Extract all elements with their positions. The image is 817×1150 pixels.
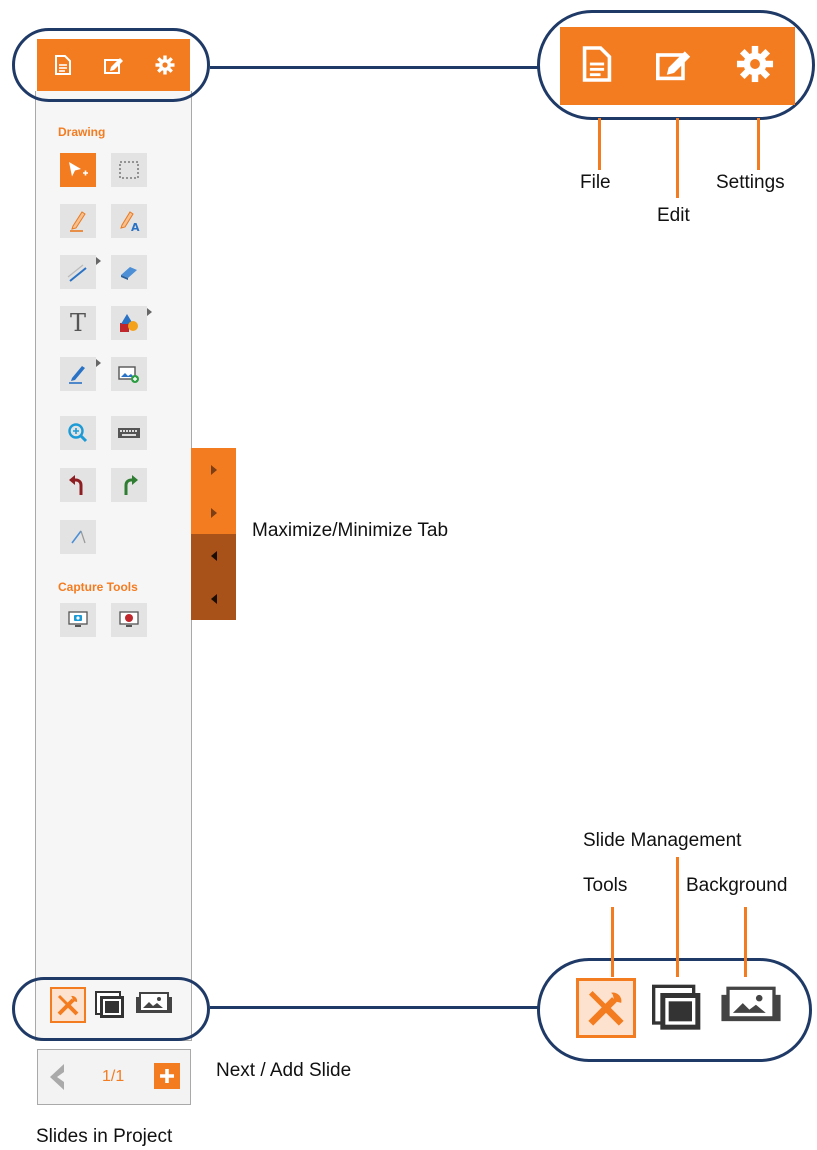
bottom-callout-ellipse (12, 977, 210, 1041)
dashed-rect-icon (119, 161, 139, 179)
settings-icon-large (736, 45, 774, 88)
file-pointer-line (598, 118, 601, 170)
minimize-tab-2[interactable] (191, 577, 236, 620)
tools-pointer-line (611, 907, 614, 977)
text-tool[interactable]: T (60, 306, 96, 340)
background-tab-large (718, 979, 784, 1037)
settings-pointer-line (757, 118, 760, 170)
plus-icon (160, 1069, 174, 1083)
background-callout-label: Background (686, 875, 788, 896)
submenu-caret (147, 308, 152, 316)
pencil-text-icon: A (120, 211, 140, 233)
capture-section-label: Capture Tools (58, 580, 138, 594)
slide-navigation: 1/1 (37, 1049, 191, 1105)
tool-panel: Drawing A T Capture Tools (35, 91, 192, 1041)
header-callout-ellipse (12, 28, 210, 102)
max-min-tab-callout-label: Maximize/Minimize Tab (252, 520, 449, 541)
keyboard-icon (118, 428, 140, 438)
bottom-callout-connector (210, 1006, 538, 1009)
previous-slide-button[interactable] (46, 1062, 68, 1097)
eraser-tool[interactable] (111, 255, 147, 289)
tools-callout-label: Tools (583, 875, 628, 896)
slide-management-tab-large (648, 979, 706, 1037)
arrow-cursor-icon (69, 162, 88, 177)
maximize-tab-2[interactable] (191, 491, 236, 534)
pointer-stick-icon (71, 530, 86, 544)
highlighter-tool[interactable] (60, 357, 101, 391)
minimize-tab-1[interactable] (191, 534, 236, 577)
text-icon: T (69, 309, 86, 337)
edit-icon-large (654, 46, 694, 87)
undo-tool[interactable] (60, 468, 96, 502)
submenu-caret (96, 257, 101, 265)
eraser-icon (121, 267, 137, 280)
header-callout-connector (210, 66, 538, 69)
shapes-tool[interactable] (111, 306, 152, 340)
zoom-icon (68, 423, 88, 443)
redo-tool[interactable] (111, 468, 147, 502)
redo-icon (124, 475, 138, 495)
slide-counter: 1/1 (102, 1068, 125, 1085)
maximize-tab-1[interactable] (191, 448, 236, 491)
image-add-icon (118, 366, 139, 383)
header-zoom (560, 27, 795, 105)
laser-tool[interactable] (60, 520, 96, 554)
handwriting-tool[interactable]: A (111, 204, 147, 238)
slide-management-pointer-line (676, 857, 679, 977)
screen-record-tool[interactable] (111, 603, 147, 637)
drawing-section-label: Drawing (58, 125, 106, 139)
file-callout-label: File (580, 172, 611, 193)
background-pointer-line (744, 907, 747, 977)
line-tool[interactable] (60, 255, 101, 289)
line-icon (67, 264, 87, 282)
bottom-tabs-zoom (576, 977, 791, 1039)
insert-image-tool[interactable] (111, 357, 147, 391)
camera-monitor-icon (68, 611, 88, 627)
highlighter-icon (69, 366, 85, 384)
next-add-slide-callout-label: Next / Add Slide (216, 1060, 352, 1081)
edit-pointer-line (676, 118, 679, 198)
file-icon-large (581, 45, 613, 88)
slide-management-callout-label: Slide Management (583, 830, 742, 851)
zoom-tool[interactable] (60, 416, 96, 450)
svg-text:A: A (131, 221, 140, 233)
pencil-icon (70, 211, 86, 232)
shapes-icon (120, 314, 138, 332)
record-monitor-icon (119, 611, 139, 627)
region-select-tool[interactable] (111, 153, 147, 187)
undo-icon (69, 475, 83, 495)
edit-callout-label: Edit (657, 205, 690, 226)
screenshot-tool[interactable] (60, 603, 96, 637)
chevron-left-icon (50, 1064, 64, 1090)
tools-tab-large (576, 978, 636, 1038)
settings-callout-label: Settings (716, 172, 785, 193)
submenu-caret (96, 359, 101, 367)
pen-tool[interactable] (60, 204, 96, 238)
slides-in-project-callout-label: Slides in Project (36, 1126, 173, 1147)
keyboard-tool[interactable] (111, 416, 147, 450)
select-tool[interactable] (60, 153, 96, 187)
add-slide-button[interactable] (154, 1063, 180, 1089)
